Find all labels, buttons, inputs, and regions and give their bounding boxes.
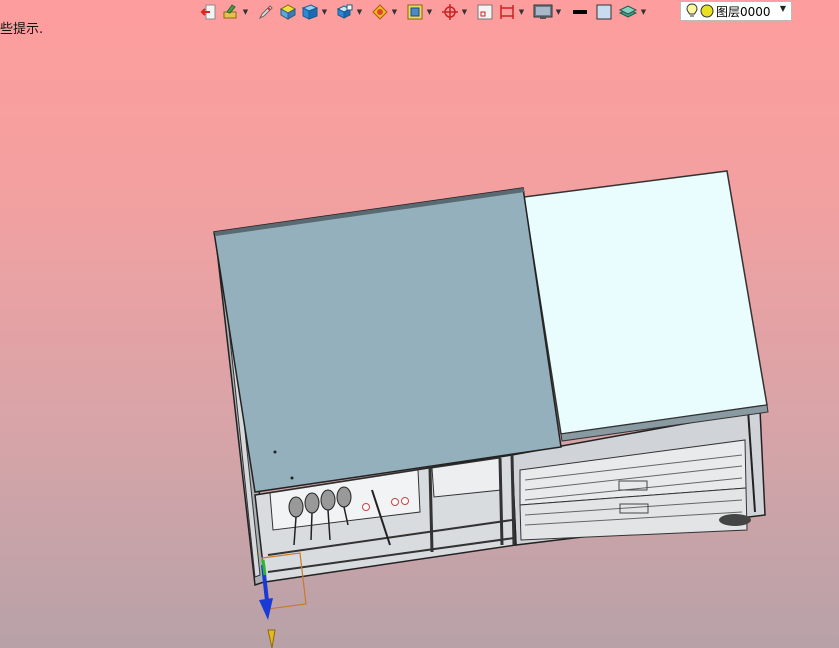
layer-dropdown-icon[interactable]: ▼ — [780, 4, 786, 13]
paint-brush-icon — [223, 4, 237, 19]
dimension-icon — [500, 5, 514, 19]
layer-name: 图层0000 — [716, 4, 771, 19]
solid-view-button[interactable] — [299, 2, 321, 22]
connector-panel — [288, 486, 409, 546]
section-view-dropdown-icon[interactable]: ▼ — [426, 2, 433, 22]
frame-body — [214, 231, 517, 587]
section-view-button[interactable] — [404, 2, 426, 22]
solid-view-dropdown-icon[interactable]: ▼ — [321, 2, 328, 22]
command-hint-text: 些提示. — [0, 22, 44, 37]
paint-button[interactable] — [220, 2, 242, 22]
box-shade-button[interactable] — [277, 2, 299, 22]
view-orientation-icon — [336, 4, 353, 19]
exit-button[interactable] — [198, 2, 220, 22]
pen-icon — [258, 5, 273, 20]
panel-left — [213, 187, 562, 493]
panel-right — [523, 170, 768, 435]
coordinate-triad — [259, 552, 307, 648]
layer-manager-dropdown-icon[interactable]: ▼ — [640, 2, 647, 22]
layer-manager-button[interactable] — [616, 2, 640, 22]
snap-dropdown-icon[interactable]: ▼ — [461, 2, 468, 22]
frame-icon — [477, 4, 493, 20]
line-color-icon — [573, 10, 587, 14]
appearance-button[interactable] — [369, 2, 391, 22]
dimension-dropdown-icon[interactable]: ▼ — [518, 2, 525, 22]
display-dropdown-icon[interactable]: ▼ — [555, 2, 562, 22]
drawer-handle-bottom[interactable] — [619, 503, 649, 514]
model-viewport[interactable] — [0, 0, 839, 648]
appearance-dropdown-icon[interactable]: ▼ — [391, 2, 398, 22]
frame-button[interactable] — [474, 2, 496, 22]
monitor-icon — [533, 4, 553, 19]
pen-button[interactable] — [255, 2, 277, 22]
line-color-button[interactable] — [568, 2, 592, 22]
fill-color-button[interactable] — [592, 2, 616, 22]
layer-color-icon — [700, 4, 714, 18]
snap-button[interactable] — [439, 2, 461, 22]
dimension-button[interactable] — [496, 2, 518, 22]
view-orient-button[interactable] — [334, 2, 356, 22]
drawer-handle-top[interactable] — [618, 480, 648, 491]
lightbulb-icon — [686, 3, 698, 17]
paint-dropdown-icon[interactable]: ▼ — [242, 2, 249, 22]
layer-select[interactable]: 图层0000 ▼ — [680, 1, 792, 21]
view-orient-dropdown-icon[interactable]: ▼ — [356, 2, 363, 22]
toolbar: ▼ ▼ ▼ ▼ ▼ ▼ ▼ ▼ ▼ — [198, 1, 647, 23]
fill-color-icon — [596, 4, 612, 20]
section-view-icon — [407, 4, 423, 20]
solid-cube-icon — [301, 4, 319, 20]
layers-icon — [618, 5, 638, 18]
exit-icon — [200, 4, 216, 20]
target-snap-icon — [442, 4, 458, 20]
shaded-box-icon — [279, 4, 297, 20]
drawer-cabinet — [511, 409, 766, 546]
appearance-icon — [372, 4, 388, 20]
display-button[interactable] — [531, 2, 555, 22]
